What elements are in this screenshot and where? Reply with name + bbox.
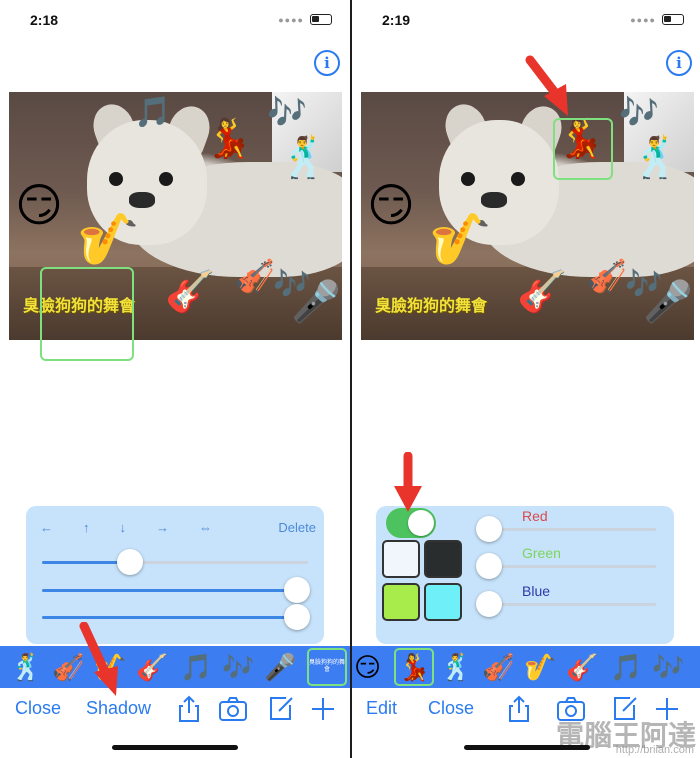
sticker-saxophone[interactable]: 🎷 bbox=[429, 214, 491, 264]
move-right-button[interactable]: → bbox=[156, 520, 169, 535]
camera-icon[interactable] bbox=[218, 694, 248, 724]
sticker-guitar[interactable]: 🎸 bbox=[165, 272, 215, 312]
red-arrow-pointer bbox=[79, 622, 118, 696]
dog-eye bbox=[461, 172, 475, 186]
left-screen: 2:18 ●●●● i 🎵 💃 🎶 🕺 😏 🎷 🎻 🎸 🎶 🎤 臭臉狗狗的舞會 … bbox=[0, 0, 350, 758]
watermark-url: http://briian.com bbox=[615, 744, 694, 756]
share-icon[interactable] bbox=[174, 694, 204, 724]
strip-sticker[interactable]: 😏 bbox=[354, 650, 381, 684]
flip-button[interactable]: ⇔ bbox=[199, 520, 212, 535]
info-icon[interactable]: i bbox=[666, 50, 692, 76]
green-label: Green bbox=[522, 545, 561, 561]
red-label: Red bbox=[522, 508, 548, 524]
strip-sticker[interactable]: 🎻 bbox=[482, 650, 514, 684]
delete-button[interactable]: Delete bbox=[278, 520, 316, 535]
strip-sticker[interactable]: 🕺 bbox=[10, 650, 42, 684]
sticker-strip[interactable]: 😏 💃 🕺 🎻 🎷 🎸 🎵 🎶 bbox=[352, 646, 700, 688]
sticker-dancer-man[interactable]: 🕺 bbox=[279, 138, 329, 178]
sticker-violin[interactable]: 🎻 bbox=[235, 260, 275, 292]
share-icon[interactable] bbox=[504, 694, 534, 724]
info-icon[interactable]: i bbox=[314, 50, 340, 76]
move-up-button[interactable]: ↑ bbox=[83, 520, 90, 535]
status-time: 2:19 bbox=[382, 12, 411, 28]
status-indicators: ●●●● bbox=[278, 14, 332, 25]
slider-3[interactable] bbox=[42, 604, 311, 630]
sticker-selection-box[interactable] bbox=[553, 118, 613, 180]
sticker-music-note[interactable]: 🎵 bbox=[134, 98, 171, 128]
strip-sticker[interactable]: 🎷 bbox=[524, 650, 556, 684]
text-selection-box[interactable] bbox=[40, 267, 134, 361]
caption-text[interactable]: 臭臉狗狗的舞會 bbox=[375, 292, 487, 316]
red-slider[interactable] bbox=[476, 516, 656, 542]
close-button[interactable]: Close bbox=[428, 698, 474, 719]
color-swatch-cyan[interactable] bbox=[424, 583, 462, 621]
photo-canvas[interactable]: 💃 🎶 🕺 😏 🎷 🎻 🎸 🎶 🎤 臭臉狗狗的舞會 bbox=[361, 92, 694, 340]
sticker-strip[interactable]: 🕺 🎻 🎷 🎸 🎵 🎶 🎤 臭臉狗狗的舞會 bbox=[0, 646, 350, 688]
slider-2-knob[interactable] bbox=[284, 577, 311, 603]
strip-sticker[interactable]: 🎶 bbox=[652, 650, 684, 684]
sticker-violin[interactable]: 🎻 bbox=[587, 260, 627, 292]
sticker-microphone[interactable]: 🎤 bbox=[643, 282, 693, 322]
sticker-smirk-face[interactable]: 😏 bbox=[15, 182, 63, 228]
strip-text-sticker[interactable]: 臭臉狗狗的舞會 bbox=[307, 648, 347, 686]
sticker-music-notes[interactable]: 🎶 bbox=[267, 96, 307, 128]
red-slider-knob[interactable] bbox=[476, 516, 502, 542]
shadow-control-panel: ← ↑ ↓ → ⇔ Delete bbox=[26, 506, 324, 644]
right-screen: 2:19 ●●●● i 💃 🎶 🕺 😏 🎷 🎻 🎸 🎶 🎤 臭臉狗狗的舞會 Re… bbox=[352, 0, 700, 758]
sticker-dancer-woman[interactable]: 💃 bbox=[205, 120, 252, 158]
red-arrow-pointer bbox=[525, 55, 568, 116]
add-icon[interactable] bbox=[308, 694, 338, 724]
strip-sticker[interactable]: 🎶 bbox=[222, 650, 254, 684]
slider-3-knob[interactable] bbox=[284, 604, 311, 630]
slider-1[interactable] bbox=[42, 549, 308, 575]
signal-icon: ●●●● bbox=[278, 14, 304, 25]
green-slider-knob[interactable] bbox=[476, 553, 502, 579]
move-arrow-row: ← ↑ ↓ → ⇔ Delete bbox=[40, 520, 316, 535]
battery-icon bbox=[662, 14, 684, 25]
move-left-button[interactable]: ← bbox=[40, 520, 53, 535]
sticker-dancer-man[interactable]: 🕺 bbox=[631, 138, 681, 178]
dog-eye bbox=[511, 172, 525, 186]
sticker-music-notes[interactable]: 🎶 bbox=[619, 96, 659, 128]
slider-2[interactable] bbox=[42, 577, 311, 603]
signal-icon: ●●●● bbox=[630, 14, 656, 25]
strip-sticker[interactable]: 💃 bbox=[398, 650, 430, 684]
color-swatch-green[interactable] bbox=[382, 583, 420, 621]
sticker-guitar[interactable]: 🎸 bbox=[517, 272, 567, 312]
slider-2-fill bbox=[42, 589, 298, 592]
status-indicators: ●●●● bbox=[630, 14, 684, 25]
color-swatch-white[interactable] bbox=[382, 540, 420, 578]
close-button[interactable]: Close bbox=[15, 698, 61, 719]
blue-slider-knob[interactable] bbox=[476, 591, 502, 617]
sticker-smirk-face[interactable]: 😏 bbox=[367, 182, 415, 228]
color-swatch-black[interactable] bbox=[424, 540, 462, 578]
blue-slider[interactable] bbox=[476, 591, 656, 617]
shadow-color-panel: Red Green Blue bbox=[376, 506, 674, 644]
home-indicator bbox=[464, 745, 590, 750]
dog-nose bbox=[481, 192, 507, 208]
battery-icon bbox=[310, 14, 332, 25]
red-arrow-pointer bbox=[394, 452, 422, 512]
sticker-saxophone[interactable]: 🎷 bbox=[77, 214, 139, 264]
move-down-button[interactable]: ↓ bbox=[120, 520, 127, 535]
slider-3-fill bbox=[42, 616, 298, 619]
dog-eye bbox=[109, 172, 123, 186]
strip-sticker[interactable]: 🕺 bbox=[440, 650, 472, 684]
home-indicator bbox=[112, 745, 238, 750]
strip-sticker[interactable]: 🎤 bbox=[264, 650, 296, 684]
slider-1-knob[interactable] bbox=[116, 549, 143, 575]
dog-eye bbox=[159, 172, 173, 186]
strip-sticker[interactable]: 🎵 bbox=[610, 650, 642, 684]
sticker-microphone[interactable]: 🎤 bbox=[291, 282, 341, 322]
status-time: 2:18 bbox=[30, 12, 59, 28]
edit-icon[interactable] bbox=[266, 694, 296, 724]
strip-sticker[interactable]: 🎸 bbox=[136, 650, 168, 684]
green-slider[interactable] bbox=[476, 553, 656, 579]
strip-sticker[interactable]: 🎵 bbox=[180, 650, 212, 684]
dog-nose bbox=[129, 192, 155, 208]
bottom-toolbar: Close Shadow bbox=[0, 690, 350, 730]
edit-button[interactable]: Edit bbox=[366, 698, 397, 719]
blue-label: Blue bbox=[522, 583, 551, 599]
strip-sticker[interactable]: 🎸 bbox=[566, 650, 598, 684]
